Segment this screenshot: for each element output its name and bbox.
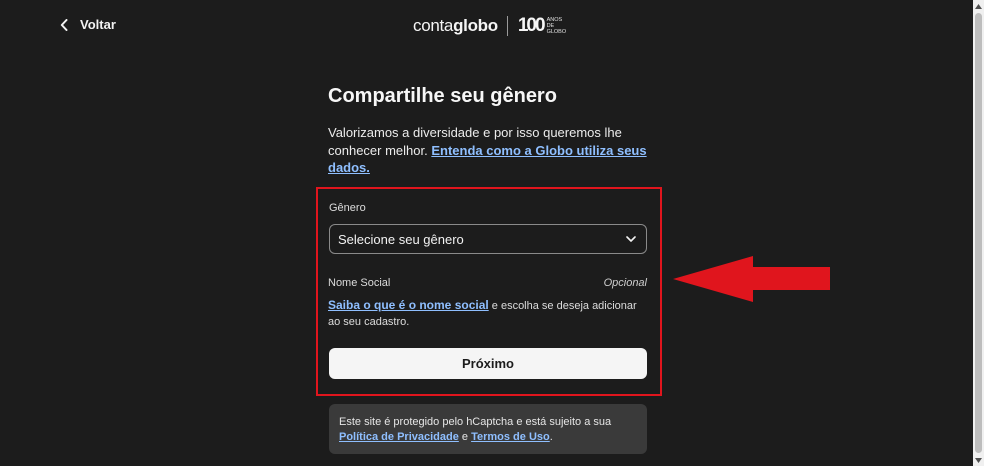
page-title: Compartilhe seu gênero — [328, 85, 557, 107]
gender-select[interactable]: Selecione seu gênero — [329, 224, 647, 254]
scroll-down-icon[interactable] — [973, 454, 984, 466]
scrollbar[interactable] — [973, 0, 984, 466]
captcha-notice: Este site é protegido pelo hCaptcha e es… — [329, 404, 647, 454]
social-name-label: Nome Social — [328, 277, 391, 289]
scroll-up-icon[interactable] — [973, 0, 984, 12]
scrollbar-thumb[interactable] — [975, 13, 982, 453]
red-arrow-left-icon — [673, 256, 830, 302]
contaglobo-logo: contaglobo — [413, 16, 498, 35]
next-button[interactable]: Próximo — [329, 348, 647, 379]
chevron-left-icon — [60, 18, 68, 31]
gender-select-value: Selecione seu gênero — [338, 231, 464, 247]
brand-logo: contaglobo 100 ANOS DE GLOBO — [413, 14, 566, 38]
anniversary-caption: ANOS DE GLOBO — [546, 17, 567, 35]
social-name-link[interactable]: Saiba o que é o nome social — [328, 298, 489, 312]
chevron-down-icon — [626, 236, 636, 242]
main-content: Compartilhe seu gênero Valorizamos a div… — [328, 84, 648, 177]
social-name-description: Saiba o que é o nome social e escolha se… — [328, 298, 637, 328]
intro-text: Valorizamos a diversidade e por isso que… — [328, 125, 647, 175]
brand-divider — [506, 16, 508, 36]
privacy-policy-link[interactable]: Política de Privacidade — [339, 431, 459, 443]
back-button[interactable]: Voltar — [60, 17, 116, 32]
back-label: Voltar — [80, 17, 116, 32]
gender-label: Gênero — [329, 202, 366, 214]
optional-label: Opcional — [603, 277, 647, 289]
terms-of-use-link[interactable]: Termos de Uso — [471, 431, 550, 443]
anniversary-logo: 100 — [517, 15, 546, 36]
